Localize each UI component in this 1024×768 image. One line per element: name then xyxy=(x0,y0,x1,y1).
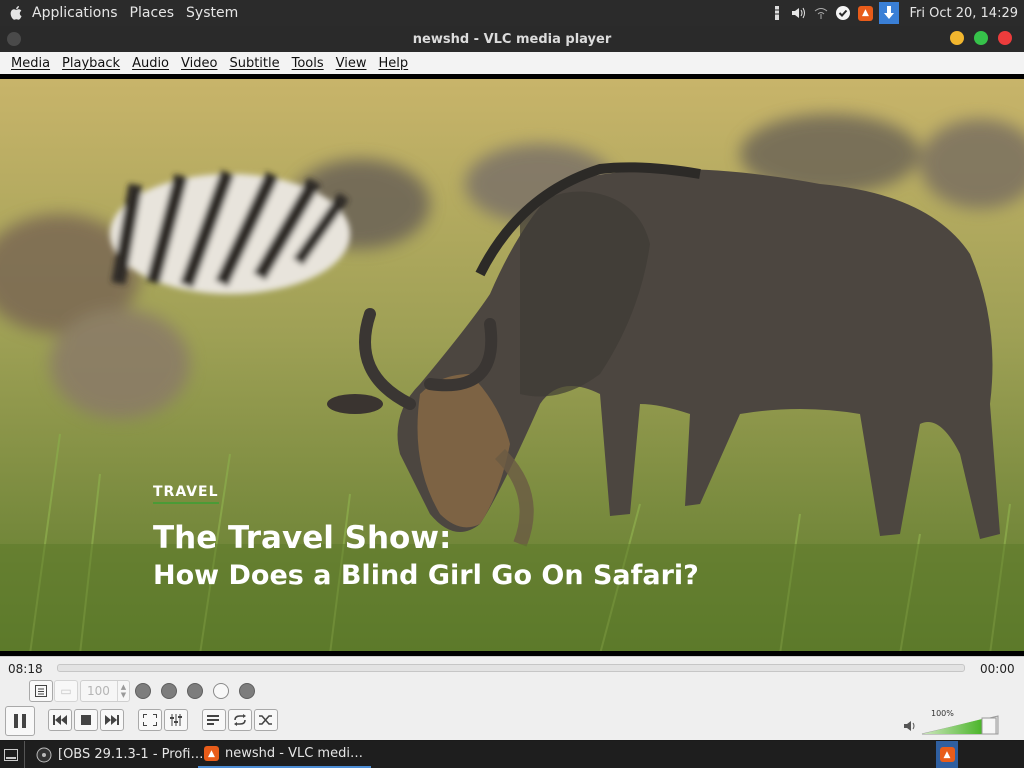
menu-audio[interactable]: Audio xyxy=(126,56,175,71)
shuffle-button[interactable] xyxy=(254,709,278,731)
taskbar-item-vlc[interactable]: ▲ newshd - VLC medi… xyxy=(198,741,371,768)
system-tray: ▲ Fri Oct 20, 14:29 xyxy=(769,0,1024,26)
video-title-line-1: The Travel Show: xyxy=(153,520,452,556)
vlc-icon: ▲ xyxy=(204,746,219,761)
network-icon[interactable] xyxy=(813,5,829,21)
loop-ab-button[interactable] xyxy=(187,683,203,699)
next-button[interactable] xyxy=(100,709,124,731)
frame-step-button[interactable] xyxy=(213,683,229,699)
record-button[interactable] xyxy=(135,683,151,699)
volume-icon[interactable] xyxy=(791,5,807,21)
taskbar-divider xyxy=(24,741,25,768)
menu-playback[interactable]: Playback xyxy=(56,56,126,71)
keyboard-icon[interactable] xyxy=(769,5,785,21)
window-title: newshd - VLC media player xyxy=(412,31,612,47)
maximize-button[interactable] xyxy=(974,31,988,45)
window-menu-icon[interactable] xyxy=(7,32,21,46)
video-category-caption: TRAVEL xyxy=(153,484,219,504)
pause-button[interactable] xyxy=(5,706,35,736)
speed-value: 100 xyxy=(87,684,110,698)
playlist-view-button[interactable] xyxy=(29,680,53,702)
controls-panel: 08:18 00:00 ▭ 100 ▲ ▼ 100% xyxy=(0,656,1024,740)
seek-bar[interactable] xyxy=(57,664,965,672)
volume-control[interactable]: 100% xyxy=(904,709,1000,736)
effects-circle-button[interactable] xyxy=(239,683,255,699)
window-titlebar[interactable]: newshd - VLC media player xyxy=(0,26,1024,52)
menu-media[interactable]: Media xyxy=(5,56,56,71)
taskbar-item-label: newshd - VLC medi… xyxy=(225,746,363,761)
places-menu[interactable]: Places xyxy=(124,0,181,26)
loop-button[interactable] xyxy=(228,709,252,731)
extended-settings-button[interactable] xyxy=(164,709,188,731)
taskbar-item-obs[interactable]: [OBS 29.1.3-1 - Profi… xyxy=(36,741,203,768)
volume-slider[interactable] xyxy=(920,714,1000,736)
system-menu[interactable]: System xyxy=(180,0,244,26)
obs-icon xyxy=(36,747,52,762)
previous-button[interactable] xyxy=(48,709,72,731)
show-desktop-icon[interactable] xyxy=(4,741,18,768)
vlc-icon[interactable]: ▲ xyxy=(857,5,873,21)
speed-spinbox[interactable]: 100 ▲ ▼ xyxy=(80,680,130,702)
clock[interactable]: Fri Oct 20, 14:29 xyxy=(909,6,1018,21)
menubar: Media Playback Audio Video Subtitle Tool… xyxy=(0,52,1024,74)
fullscreen-button[interactable] xyxy=(138,709,162,731)
taskbar: [OBS 29.1.3-1 - Profi… ▲ newshd - VLC me… xyxy=(0,741,1024,768)
applications-menu[interactable]: Applications xyxy=(26,0,124,26)
total-time[interactable]: 00:00 xyxy=(980,662,1015,676)
stop-button[interactable] xyxy=(74,709,98,731)
frame-button[interactable]: ▭ xyxy=(54,680,78,702)
video-area[interactable]: TRAVEL The Travel Show: How Does a Blind… xyxy=(0,74,1024,656)
menu-view[interactable]: View xyxy=(330,56,373,71)
video-title-line-2: How Does a Blind Girl Go On Safari? xyxy=(153,560,699,591)
top-panel: Applications Places System ▲ Fri Oct 20,… xyxy=(0,0,1024,26)
elapsed-time[interactable]: 08:18 xyxy=(8,662,43,676)
download-icon[interactable] xyxy=(879,2,900,24)
menu-subtitle[interactable]: Subtitle xyxy=(223,56,285,71)
menu-help[interactable]: Help xyxy=(373,56,415,71)
toggle-playlist-button[interactable] xyxy=(202,709,226,731)
check-icon[interactable] xyxy=(835,5,851,21)
menu-video[interactable]: Video xyxy=(175,56,223,71)
close-button[interactable] xyxy=(998,31,1012,45)
snapshot-button[interactable] xyxy=(161,683,177,699)
tray-vlc-icon[interactable]: ▲ xyxy=(936,741,958,768)
menu-tools[interactable]: Tools xyxy=(286,56,330,71)
taskbar-item-label: [OBS 29.1.3-1 - Profi… xyxy=(58,747,204,762)
spin-arrows-icon[interactable]: ▲ ▼ xyxy=(117,681,129,701)
speaker-icon[interactable] xyxy=(904,720,920,736)
minimize-button[interactable] xyxy=(950,31,964,45)
apple-menu-icon[interactable] xyxy=(6,5,26,21)
